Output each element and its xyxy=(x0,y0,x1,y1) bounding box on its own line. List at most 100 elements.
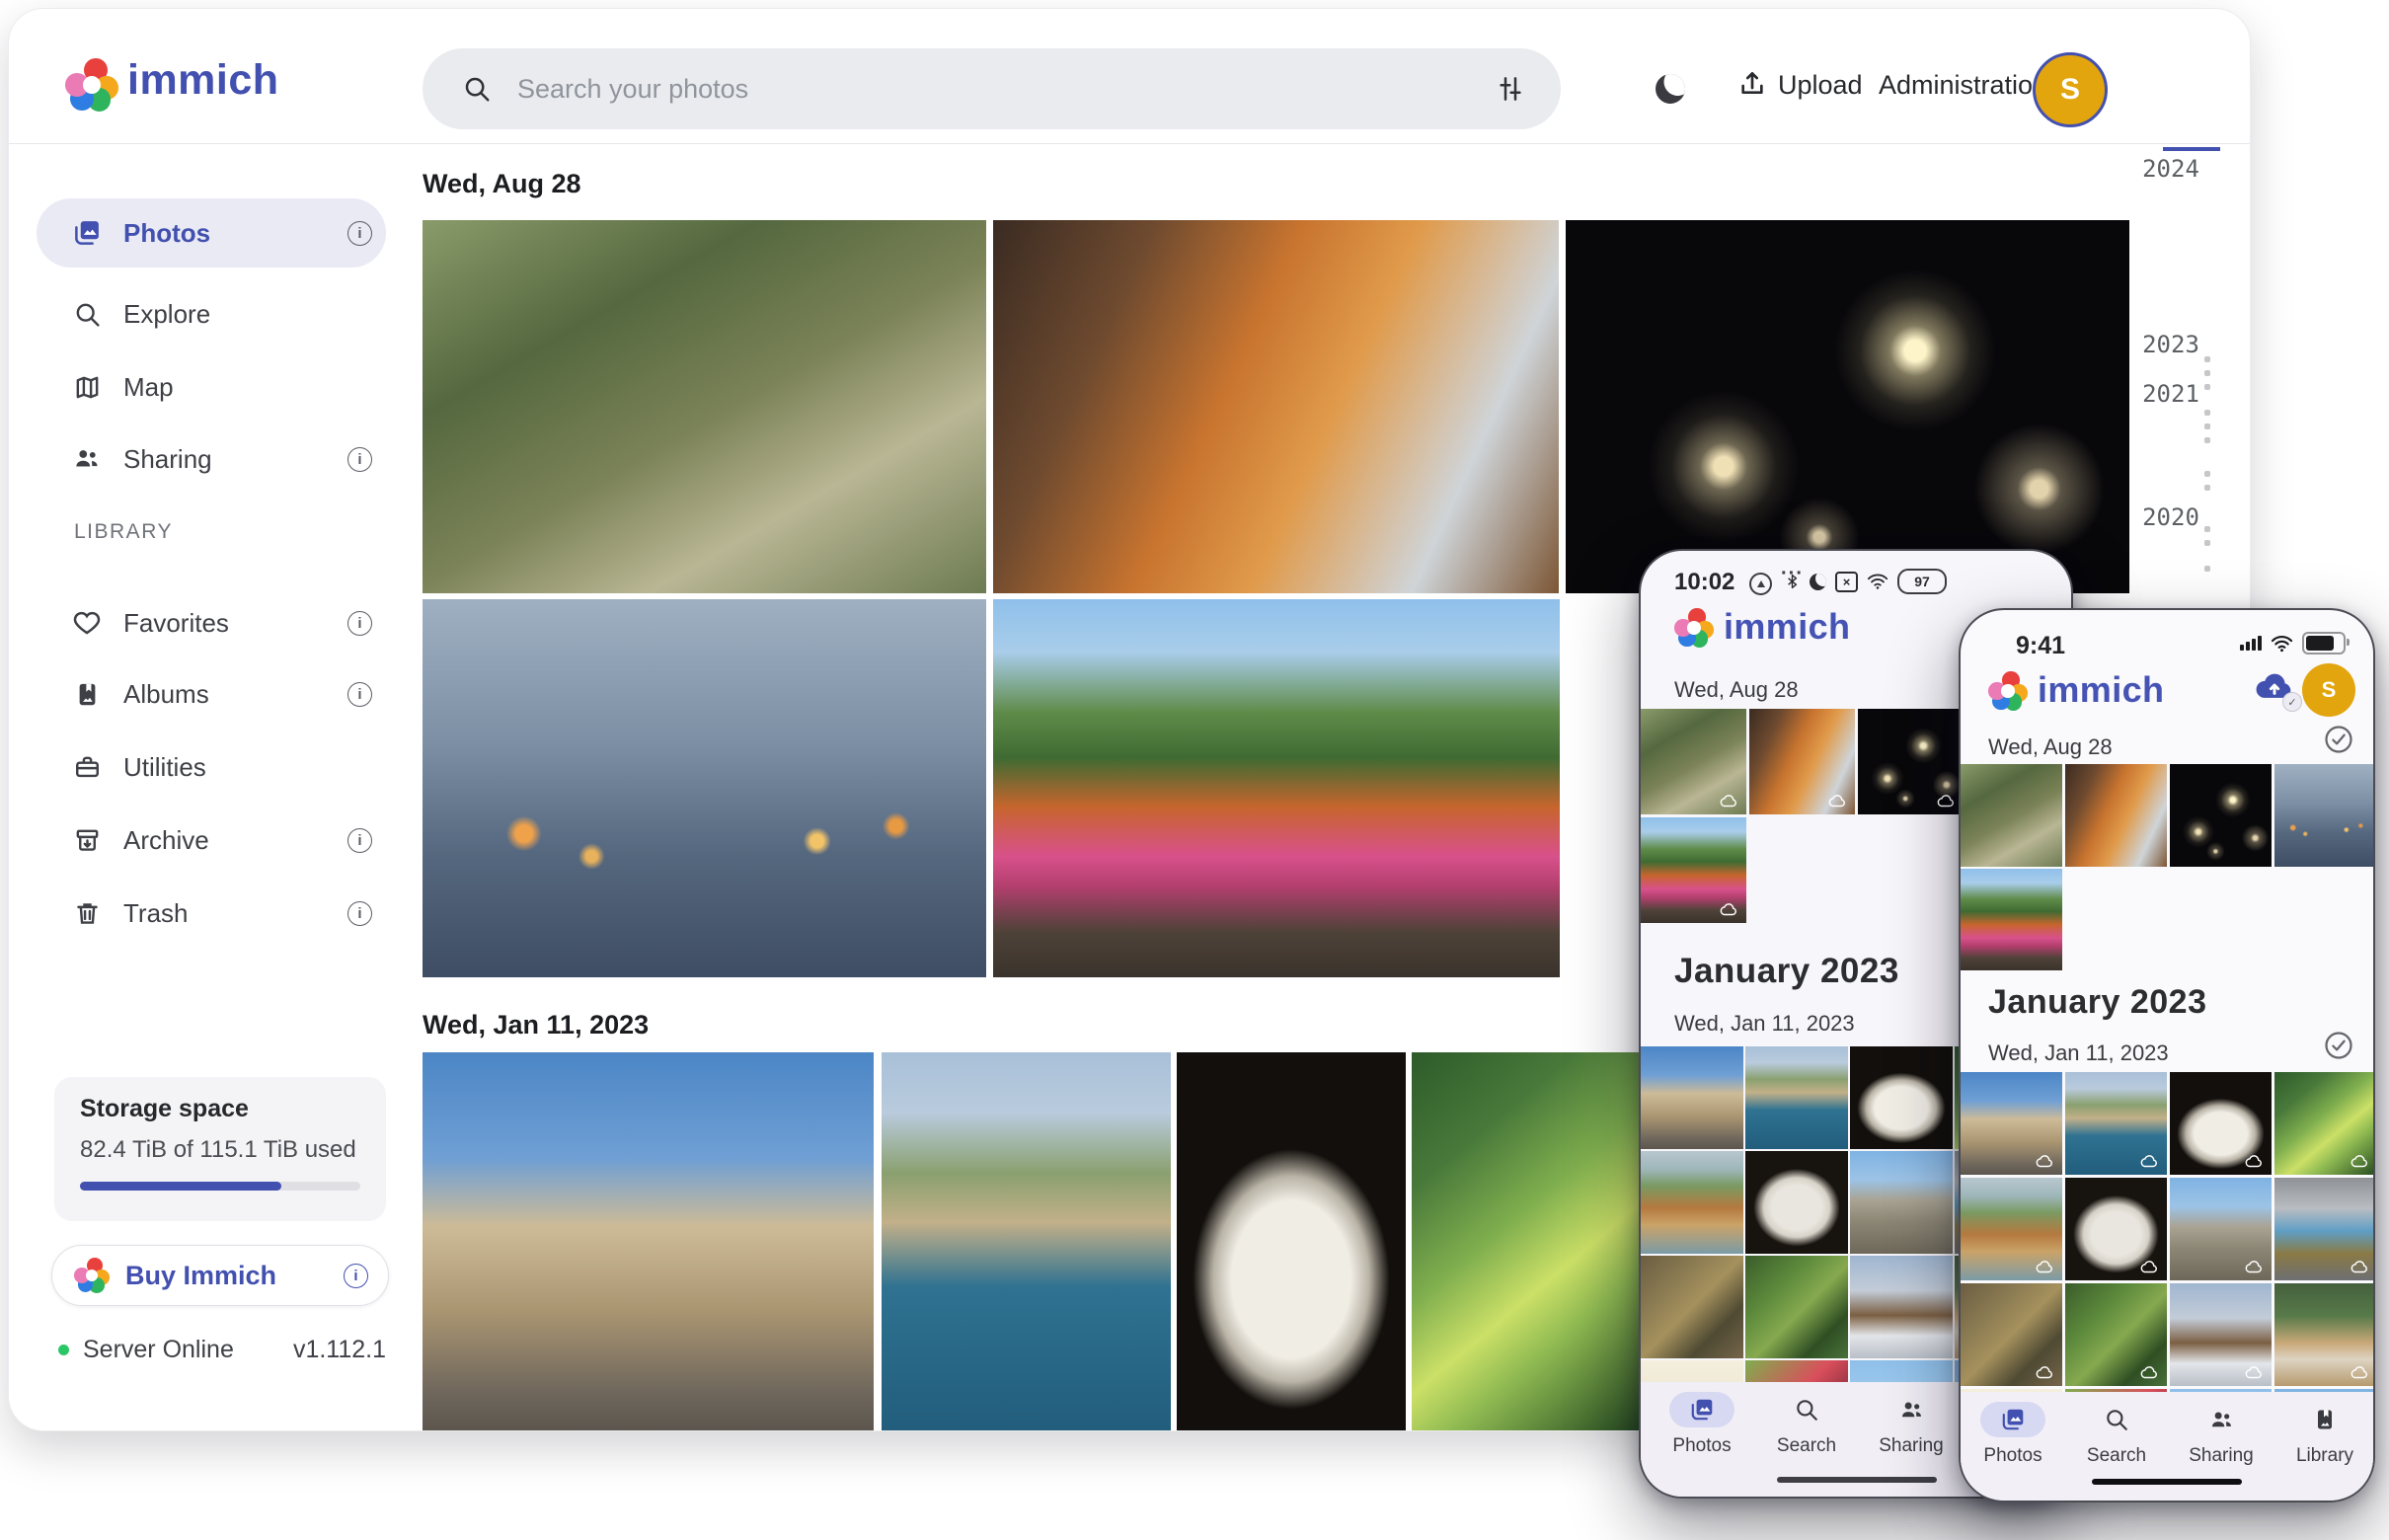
sidebar-item-favorites[interactable]: Favorites xyxy=(37,595,386,651)
nav-tab-photos[interactable]: Photos xyxy=(1653,1392,1751,1457)
filter-tune-icon[interactable] xyxy=(1496,74,1525,104)
photo-thumbnail[interactable] xyxy=(1961,1283,2062,1386)
photos-icon xyxy=(1669,1392,1734,1427)
info-icon[interactable] xyxy=(347,828,372,853)
photo-thumbnail[interactable] xyxy=(1641,709,1746,814)
photo-thumbnail[interactable] xyxy=(2065,764,2167,867)
select-all-check-icon[interactable] xyxy=(2324,1031,2353,1060)
upload-icon[interactable] xyxy=(1736,68,1768,100)
photo-thumbnail[interactable] xyxy=(1177,1052,1406,1430)
photo-thumbnail[interactable] xyxy=(423,1052,874,1430)
photo-thumbnail[interactable] xyxy=(1745,1046,1848,1149)
cloud-backup-icon xyxy=(2243,1259,2265,1274)
backup-cloud-icon[interactable]: ✓ xyxy=(2253,669,2296,708)
photo-thumbnail[interactable] xyxy=(993,220,1559,593)
photo-thumbnail[interactable] xyxy=(1745,1256,1848,1358)
cloud-backup-icon xyxy=(1718,901,1739,917)
photo-thumbnail[interactable] xyxy=(1961,764,2062,867)
photo-thumbnail[interactable] xyxy=(1850,1256,1953,1358)
sidebar-item-label: Explore xyxy=(123,299,210,330)
photo-thumbnail[interactable] xyxy=(1566,220,2129,593)
photo-thumbnail[interactable] xyxy=(2274,1283,2375,1386)
photo-thumbnail[interactable] xyxy=(423,599,986,977)
date-group-header: Wed, Jan 11, 2023 xyxy=(1988,1040,2169,1066)
sidebar-item-label: Albums xyxy=(123,679,209,710)
photo-thumbnail[interactable] xyxy=(1961,869,2062,970)
photo-thumbnail[interactable] xyxy=(1412,1052,1643,1430)
sidebar-item-map[interactable]: Map xyxy=(37,359,386,415)
nav-tab-library[interactable]: Library xyxy=(2275,1402,2374,1467)
nav-tab-photos[interactable]: Photos xyxy=(1964,1402,2062,1467)
photo-thumbnail[interactable] xyxy=(2274,1178,2375,1280)
info-icon[interactable] xyxy=(347,682,372,707)
scrubber-tick xyxy=(2204,471,2210,477)
scrubber-year-2020[interactable]: 2020 xyxy=(2133,503,2208,531)
sidebar-item-utilities[interactable]: Utilities xyxy=(37,739,386,795)
info-icon[interactable] xyxy=(347,611,372,636)
photo-thumbnail[interactable] xyxy=(2170,1283,2272,1386)
photo-thumbnail[interactable] xyxy=(2274,1072,2375,1175)
photo-thumbnail[interactable] xyxy=(1850,1151,1953,1254)
sidebar-item-sharing[interactable]: Sharing xyxy=(37,431,386,487)
administration-link[interactable]: Administration xyxy=(1879,70,2047,101)
sidebar-item-albums[interactable]: Albums xyxy=(37,666,386,722)
sidebar-item-photos[interactable]: Photos xyxy=(37,198,386,268)
backup-done-badge: ✓ xyxy=(2282,692,2302,712)
sharing-people-icon xyxy=(70,442,104,476)
photo-thumbnail[interactable] xyxy=(1749,709,1855,814)
photo-thumbnail[interactable] xyxy=(1858,709,1964,814)
briefcase-icon xyxy=(70,750,104,784)
photo-thumbnail[interactable] xyxy=(2065,1178,2167,1280)
select-all-check-icon[interactable] xyxy=(2324,725,2353,754)
nav-tab-sharing[interactable]: Sharing xyxy=(1862,1392,1961,1457)
info-icon[interactable] xyxy=(347,221,372,246)
buy-immich-button[interactable]: Buy Immich xyxy=(51,1245,389,1306)
sidebar-item-archive[interactable]: Archive xyxy=(37,812,386,868)
upload-button[interactable]: Upload xyxy=(1778,70,1863,101)
app-title: immich xyxy=(127,56,279,105)
search-bar[interactable] xyxy=(423,48,1561,129)
photo-thumbnail[interactable] xyxy=(1641,1151,1743,1254)
photos-icon xyxy=(1980,1402,2045,1437)
photo-thumbnail[interactable] xyxy=(882,1052,1171,1430)
photo-thumbnail[interactable] xyxy=(2170,764,2272,867)
info-icon[interactable] xyxy=(347,901,372,926)
photo-thumbnail[interactable] xyxy=(1641,1256,1743,1358)
photo-thumbnail[interactable] xyxy=(1961,1072,2062,1175)
nav-tab-search[interactable]: Search xyxy=(2067,1402,2166,1467)
user-avatar[interactable]: S xyxy=(2302,663,2355,717)
scrubber-year-2023[interactable]: 2023 xyxy=(2133,331,2208,358)
photo-thumbnail[interactable] xyxy=(2065,1072,2167,1175)
storage-space-card: Storage space 82.4 TiB of 115.1 TiB used xyxy=(54,1077,386,1221)
sidebar-item-label: Utilities xyxy=(123,752,206,783)
dark-mode-toggle-moon-icon[interactable] xyxy=(1653,71,1688,107)
photo-thumbnail[interactable] xyxy=(1850,1046,1953,1149)
photo-thumbnail[interactable] xyxy=(1745,1151,1848,1254)
scrubber-year-2021[interactable]: 2021 xyxy=(2133,380,2208,408)
scrubber-position-indicator[interactable] xyxy=(2163,147,2220,151)
scrubber-year-2024[interactable]: 2024 xyxy=(2133,155,2208,183)
photo-thumbnail[interactable] xyxy=(2170,1072,2272,1175)
avatar-initial: S xyxy=(2060,73,2080,107)
nav-tab-sharing[interactable]: Sharing xyxy=(2172,1402,2271,1467)
nav-tab-label: Photos xyxy=(1983,1445,2042,1467)
cloud-backup-icon xyxy=(2034,1259,2055,1274)
photo-thumbnail[interactable] xyxy=(1641,1046,1743,1149)
search-input[interactable] xyxy=(515,73,1496,106)
scrubber-tick xyxy=(2204,384,2210,390)
user-avatar[interactable]: S xyxy=(2033,52,2108,127)
sidebar-item-trash[interactable]: Trash xyxy=(37,886,386,941)
avatar-initial: S xyxy=(2322,677,2337,703)
info-icon[interactable] xyxy=(347,447,372,472)
photo-thumbnail[interactable] xyxy=(2065,1283,2167,1386)
nav-tab-search[interactable]: Search xyxy=(1757,1392,1856,1457)
photo-thumbnail[interactable] xyxy=(1961,1178,2062,1280)
sidebar-item-explore[interactable]: Explore xyxy=(37,286,386,342)
photo-thumbnail[interactable] xyxy=(993,599,1560,977)
info-icon[interactable] xyxy=(344,1264,368,1288)
photo-thumbnail[interactable] xyxy=(423,220,986,593)
cloud-backup-icon xyxy=(2138,1153,2160,1169)
photo-thumbnail[interactable] xyxy=(2274,764,2375,867)
photo-thumbnail[interactable] xyxy=(1641,817,1746,923)
photo-thumbnail[interactable] xyxy=(2170,1178,2272,1280)
